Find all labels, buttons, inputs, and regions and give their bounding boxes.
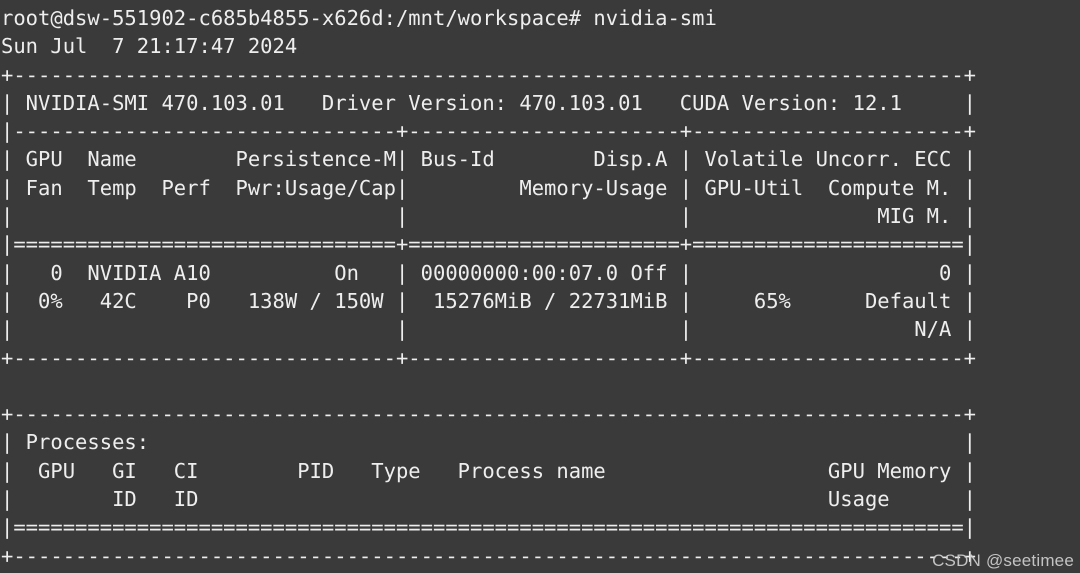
processes-table-header-row-1: | GPU GI CI PID Type Process name GPU Me… [1,457,1080,485]
processes-table-title-row: | Processes: | [1,428,1080,456]
processes-table-bottom-border: +---------------------------------------… [1,542,1080,570]
terminal-window: root@dsw-551902-c685b4855-x626d:/mnt/wor… [0,0,1080,573]
gpu-table-row-0-line-1: | 0 NVIDIA A10 On | 00000000:00:07.0 Off… [1,259,1080,287]
processes-table-header-separator: |=======================================… [1,513,1080,541]
terminal-line-prompt: root@dsw-551902-c685b4855-x626d:/mnt/wor… [1,4,1080,32]
terminal-line-date: Sun Jul 7 21:17:47 2024 [1,32,1080,60]
terminal-output[interactable]: root@dsw-551902-c685b4855-x626d:/mnt/wor… [0,0,1080,570]
gpu-table-divider-1: |-------------------------------+-------… [1,117,1080,145]
gpu-table-header-row-1: | GPU Name Persistence-M| Bus-Id Disp.A … [1,145,1080,173]
smi-version-row: | NVIDIA-SMI 470.103.01 Driver Version: … [1,89,1080,117]
processes-table-header-row-2: | ID ID Usage | [1,485,1080,513]
gpu-table-header-row-3: | | | MIG M. | [1,202,1080,230]
gpu-table-row-0-line-3: | | | N/A | [1,315,1080,343]
gpu-table-row-0-line-2: | 0% 42C P0 138W / 150W | 15276MiB / 227… [1,287,1080,315]
watermark: CSDN @seetimee [932,551,1074,571]
processes-table-top-border: +---------------------------------------… [1,400,1080,428]
gpu-table-header-separator: |===============================+=======… [1,230,1080,258]
gpu-table-bottom-border: +-------------------------------+-------… [1,344,1080,372]
gpu-table-top-border: +---------------------------------------… [1,61,1080,89]
gpu-table-header-row-2: | Fan Temp Perf Pwr:Usage/Cap| Memory-Us… [1,174,1080,202]
terminal-blank-line [1,372,1080,400]
